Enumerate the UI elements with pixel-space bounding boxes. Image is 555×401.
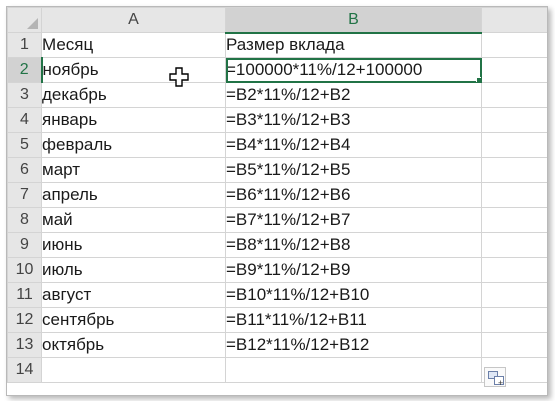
cell-c13[interactable] <box>481 332 547 358</box>
table-row: 2 ноябрь =100000*11%/12+100000 <box>7 57 547 83</box>
cell-a8[interactable]: май <box>41 207 226 233</box>
row-header[interactable]: 6 <box>7 157 42 183</box>
cell-a6[interactable]: март <box>41 157 226 183</box>
cell-b1[interactable]: Размер вклада <box>225 32 482 58</box>
cell-b7[interactable]: =B6*11%/12+B6 <box>225 182 482 208</box>
fill-handle[interactable] <box>476 77 481 82</box>
table-row: 4 январь =B3*11%/12+B3 <box>7 107 547 133</box>
table-row: 9 июнь =B8*11%/12+B8 <box>7 232 547 258</box>
cell-b9[interactable]: =B8*11%/12+B8 <box>225 232 482 258</box>
cell-c1[interactable] <box>481 32 547 58</box>
table-row: 7 апрель =B6*11%/12+B6 <box>7 182 547 208</box>
cell-b10[interactable]: =B9*11%/12+B9 <box>225 257 482 283</box>
row-header[interactable]: 4 <box>7 107 42 133</box>
cell-c10[interactable] <box>481 257 547 283</box>
cell-a9[interactable]: июнь <box>41 232 226 258</box>
column-header-c[interactable] <box>481 7 547 33</box>
cell-a13[interactable]: октябрь <box>41 332 226 358</box>
table-row: 3 декабрь =B2*11%/12+B2 <box>7 82 547 108</box>
column-header-a[interactable]: A <box>41 7 226 33</box>
paste-options-plus-icon: + <box>498 378 504 388</box>
cell-a1[interactable]: Месяц <box>41 32 226 58</box>
cell-b13[interactable]: =B12*11%/12+B12 <box>225 332 482 358</box>
cell-a12[interactable]: сентябрь <box>41 307 226 333</box>
cell-a2[interactable]: ноябрь <box>41 57 226 83</box>
row-header[interactable]: 5 <box>7 132 42 158</box>
table-row: 5 февраль =B4*11%/12+B4 <box>7 132 547 158</box>
cell-a10[interactable]: июль <box>41 257 226 283</box>
table-row: 12 сентябрь =B11*11%/12+B11 <box>7 307 547 333</box>
cell-c5[interactable] <box>481 132 547 158</box>
cell-b2[interactable]: =100000*11%/12+100000 <box>225 57 482 83</box>
cell-c7[interactable] <box>481 182 547 208</box>
cell-a4[interactable]: январь <box>41 107 226 133</box>
cell-c4[interactable] <box>481 107 547 133</box>
cell-b11[interactable]: =B10*11%/12+B10 <box>225 282 482 308</box>
cell-c3[interactable] <box>481 82 547 108</box>
row-header[interactable]: 3 <box>7 82 42 108</box>
row-header[interactable]: 11 <box>7 282 42 308</box>
cell-c12[interactable] <box>481 307 547 333</box>
table-row: 10 июль =B9*11%/12+B9 <box>7 257 547 283</box>
row-header[interactable]: 8 <box>7 207 42 233</box>
cell-c9[interactable] <box>481 232 547 258</box>
cell-c8[interactable] <box>481 207 547 233</box>
row-header[interactable]: 12 <box>7 307 42 333</box>
table-row: 11 август =B10*11%/12+B10 <box>7 282 547 308</box>
row-header[interactable]: 2 <box>7 57 43 83</box>
cell-b8[interactable]: =B7*11%/12+B7 <box>225 207 482 233</box>
row-header[interactable]: 9 <box>7 232 42 258</box>
row-header[interactable]: 10 <box>7 257 42 283</box>
table-row: 14 <box>7 357 547 383</box>
cell-a7[interactable]: апрель <box>41 182 226 208</box>
cell-b6[interactable]: =B5*11%/12+B5 <box>225 157 482 183</box>
row-header[interactable]: 14 <box>7 357 42 383</box>
table-row: 6 март =B5*11%/12+B5 <box>7 157 547 183</box>
cell-c11[interactable] <box>481 282 547 308</box>
table-row: 8 май =B7*11%/12+B7 <box>7 207 547 233</box>
cell-b14[interactable] <box>225 357 482 383</box>
cell-select-cross-icon <box>169 67 189 87</box>
row-header[interactable]: 13 <box>7 332 42 358</box>
table-row: 13 октябрь =B12*11%/12+B12 <box>7 332 547 358</box>
cell-c2[interactable] <box>481 57 547 83</box>
paste-options-button[interactable]: + <box>484 367 506 388</box>
cell-c6[interactable] <box>481 157 547 183</box>
spreadsheet-window: A B 1 Месяц Размер вклада 2 ноябрь =100000*11… <box>6 6 548 396</box>
cell-b3[interactable]: =B2*11%/12+B2 <box>225 82 482 108</box>
cell-b4[interactable]: =B3*11%/12+B3 <box>225 107 482 133</box>
select-all-triangle-icon <box>27 18 38 29</box>
cell-a5[interactable]: февраль <box>41 132 226 158</box>
cell-a14[interactable] <box>41 357 226 383</box>
select-all-button[interactable] <box>7 7 42 33</box>
row-header[interactable]: 7 <box>7 182 42 208</box>
column-header-b[interactable]: B <box>225 7 482 34</box>
cell-a3[interactable]: декабрь <box>41 82 226 108</box>
spreadsheet-grid: A B 1 Месяц Размер вклада 2 ноябрь =100000*11… <box>7 7 547 383</box>
row-header[interactable]: 1 <box>7 32 42 58</box>
table-row: 1 Месяц Размер вклада <box>7 32 547 58</box>
cell-b5[interactable]: =B4*11%/12+B4 <box>225 132 482 158</box>
cell-a11[interactable]: август <box>41 282 226 308</box>
cell-b12[interactable]: =B11*11%/12+B11 <box>225 307 482 333</box>
